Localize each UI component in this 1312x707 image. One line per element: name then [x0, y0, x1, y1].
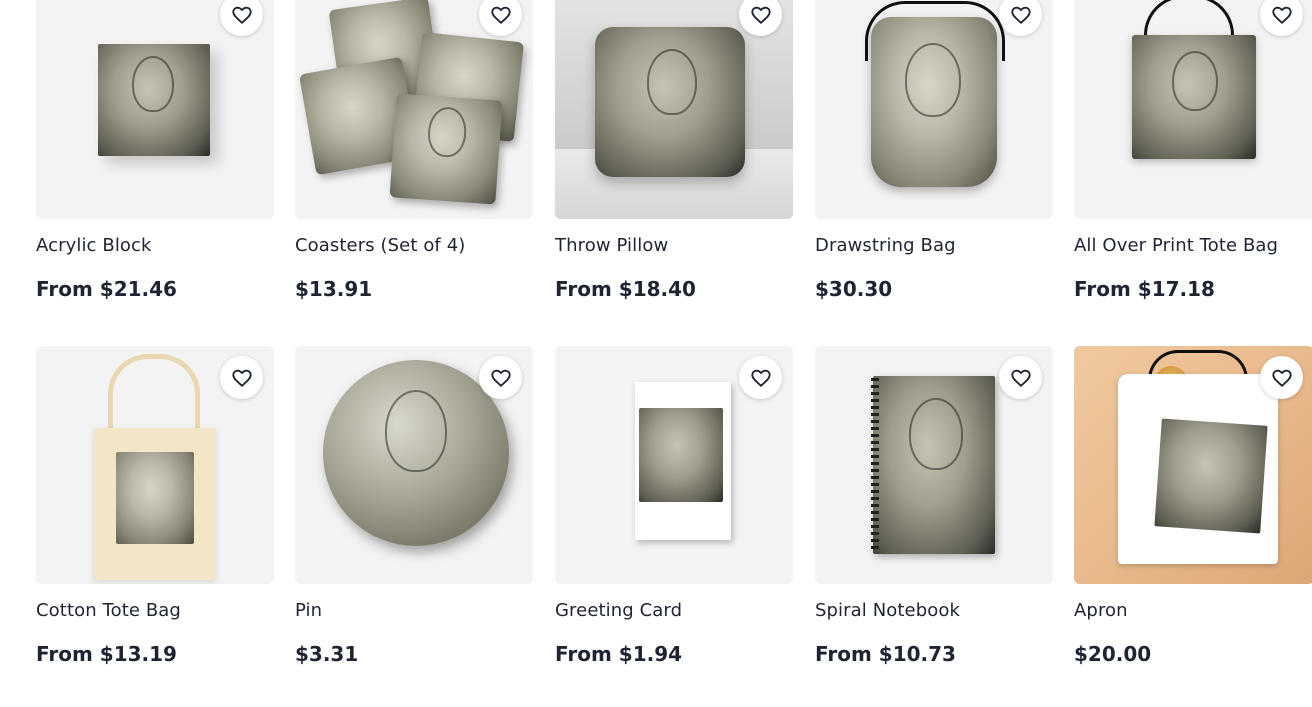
favorite-button[interactable] — [999, 0, 1042, 36]
favorite-button[interactable] — [220, 356, 263, 399]
artwork-face — [905, 43, 961, 117]
product-row-2: Cotton Tote Bag From $13.19 Pin $3.31 Gr… — [36, 346, 1312, 686]
favorite-button[interactable] — [739, 0, 782, 36]
artwork-face — [647, 49, 697, 115]
product-title[interactable]: Pin — [295, 600, 533, 621]
artwork-face — [132, 56, 174, 112]
product-image-cotton-tote-bag[interactable] — [36, 346, 274, 584]
favorite-button[interactable] — [220, 0, 263, 36]
product-price: From $17.18 — [1074, 277, 1215, 301]
product-price: $13.91 — [295, 277, 373, 301]
product-card-cotton-tote-bag[interactable]: Cotton Tote Bag From $13.19 — [36, 346, 274, 666]
artwork-image — [1132, 35, 1256, 159]
product-image-pin[interactable] — [295, 346, 533, 584]
product-price: From $13.19 — [36, 642, 177, 666]
artwork-image — [873, 376, 995, 554]
apron-body — [1118, 374, 1278, 564]
product-price: From $1.94 — [555, 642, 683, 666]
favorite-button[interactable] — [479, 356, 522, 399]
product-title[interactable]: Acrylic Block — [36, 235, 274, 256]
product-image-throw-pillow[interactable] — [555, 0, 793, 219]
product-card-drawstring-bag[interactable]: Drawstring Bag $30.30 — [815, 0, 1053, 301]
product-title[interactable]: Apron — [1074, 600, 1312, 621]
product-title[interactable]: All Over Print Tote Bag — [1074, 235, 1312, 256]
product-card-spiral-notebook[interactable]: Spiral Notebook From $10.73 — [815, 346, 1053, 666]
product-price: $30.30 — [815, 277, 893, 301]
product-card-throw-pillow[interactable]: Throw Pillow From $18.40 — [555, 0, 793, 301]
product-card-greeting-card[interactable]: Greeting Card From $1.94 — [555, 346, 793, 666]
heart-outline-icon — [490, 6, 511, 24]
artwork-image — [1154, 418, 1268, 534]
heart-outline-icon — [231, 6, 252, 24]
artwork-face — [1172, 51, 1218, 111]
heart-outline-icon — [1271, 369, 1292, 387]
heart-outline-icon — [231, 369, 252, 387]
product-price: From $18.40 — [555, 277, 696, 301]
artwork-image — [595, 27, 745, 177]
product-title[interactable]: Drawstring Bag — [815, 235, 1053, 256]
artwork-image — [98, 44, 210, 156]
heart-outline-icon — [750, 369, 771, 387]
heart-outline-icon — [750, 6, 771, 24]
artwork-face — [385, 390, 447, 472]
product-price: From $21.46 — [36, 277, 177, 301]
favorite-button[interactable] — [1260, 356, 1303, 399]
artwork-face — [909, 398, 963, 470]
artwork-image — [639, 408, 723, 502]
favorite-button[interactable] — [479, 0, 522, 36]
product-image-drawstring-bag[interactable] — [815, 0, 1053, 219]
product-image-acrylic-block[interactable] — [36, 0, 274, 219]
heart-outline-icon — [1010, 369, 1031, 387]
spiral-binding — [871, 378, 879, 552]
product-title[interactable]: Greeting Card — [555, 600, 793, 621]
artwork-face — [426, 105, 468, 159]
product-title[interactable]: Coasters (Set of 4) — [295, 235, 533, 256]
product-image-greeting-card[interactable] — [555, 346, 793, 584]
favorite-button[interactable] — [1260, 0, 1303, 36]
product-card-all-over-print-tote-bag[interactable]: All Over Print Tote Bag From $17.18 — [1074, 0, 1312, 301]
artwork-image — [871, 17, 997, 187]
product-title[interactable]: Spiral Notebook — [815, 600, 1053, 621]
product-image-coasters[interactable] — [295, 0, 533, 219]
product-card-acrylic-block[interactable]: Acrylic Block From $21.46 — [36, 0, 274, 301]
favorite-button[interactable] — [999, 356, 1042, 399]
product-title[interactable]: Throw Pillow — [555, 235, 793, 256]
product-price: From $10.73 — [815, 642, 956, 666]
product-price: $20.00 — [1074, 642, 1152, 666]
product-card-coasters[interactable]: Coasters (Set of 4) $13.91 — [295, 0, 533, 301]
product-image-spiral-notebook[interactable] — [815, 346, 1053, 584]
heart-outline-icon — [490, 369, 511, 387]
tote-body — [94, 428, 216, 580]
product-title[interactable]: Cotton Tote Bag — [36, 600, 274, 621]
greeting-card-paper — [635, 382, 731, 540]
product-image-all-over-print-tote-bag[interactable] — [1074, 0, 1312, 219]
artwork-image — [116, 452, 194, 544]
product-card-apron[interactable]: Apron $20.00 — [1074, 346, 1312, 666]
heart-outline-icon — [1271, 6, 1292, 24]
favorite-button[interactable] — [739, 356, 782, 399]
product-card-pin[interactable]: Pin $3.31 — [295, 346, 533, 666]
product-row-1: Acrylic Block From $21.46 Coasters (Set … — [36, 0, 1312, 321]
coaster-4 — [389, 93, 503, 205]
heart-outline-icon — [1010, 6, 1031, 24]
product-image-apron[interactable] — [1074, 346, 1312, 584]
product-price: $3.31 — [295, 642, 359, 666]
